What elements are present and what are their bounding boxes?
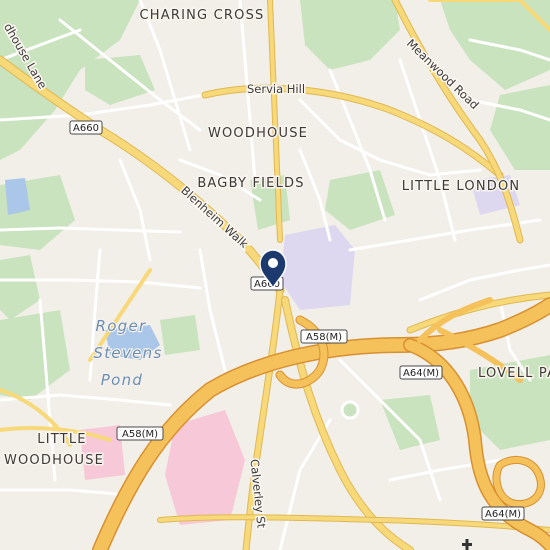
svg-text:A660: A660 (73, 123, 99, 134)
area-label-bagby-fields: BAGBY FIELDS (197, 176, 304, 191)
water-label-pond: Pond (101, 371, 143, 389)
road-shield-a660-west: A660 (69, 120, 103, 135)
water-label-stevens: Stevens (93, 344, 162, 362)
area-label-woodhouse-west: WOODHOUSE (4, 453, 104, 468)
road-shield-a64m-east: A64(M) (399, 365, 443, 380)
area-label-lovell-park: LOVELL PA (478, 366, 550, 381)
road-shield-a64m-southeast: A64(M) (481, 506, 525, 521)
svg-text:A58(M): A58(M) (122, 429, 158, 440)
road-shield-a58m-west: A58(M) (116, 426, 164, 441)
svg-text:A64(M): A64(M) (485, 509, 521, 520)
road-shield-a58m-center: A58(M) (300, 329, 348, 344)
roundabout (340, 400, 360, 420)
street-label-servia-hill: Servia Hill (247, 82, 305, 96)
map-canvas[interactable]: CHARING CROSS WOODHOUSE BAGBY FIELDS LIT… (0, 0, 550, 550)
area-label-charing-cross: CHARING CROSS (140, 8, 265, 23)
area-label-little: LITTLE (37, 432, 86, 447)
area-label-little-london: LITTLE LONDON (402, 179, 521, 194)
map-view[interactable]: CHARING CROSS WOODHOUSE BAGBY FIELDS LIT… (0, 0, 550, 550)
area-label-woodhouse: WOODHOUSE (208, 126, 308, 141)
svg-text:A58(M): A58(M) (306, 332, 342, 343)
svg-text:A64(M): A64(M) (403, 368, 439, 379)
water-label-roger: Roger (95, 317, 146, 335)
